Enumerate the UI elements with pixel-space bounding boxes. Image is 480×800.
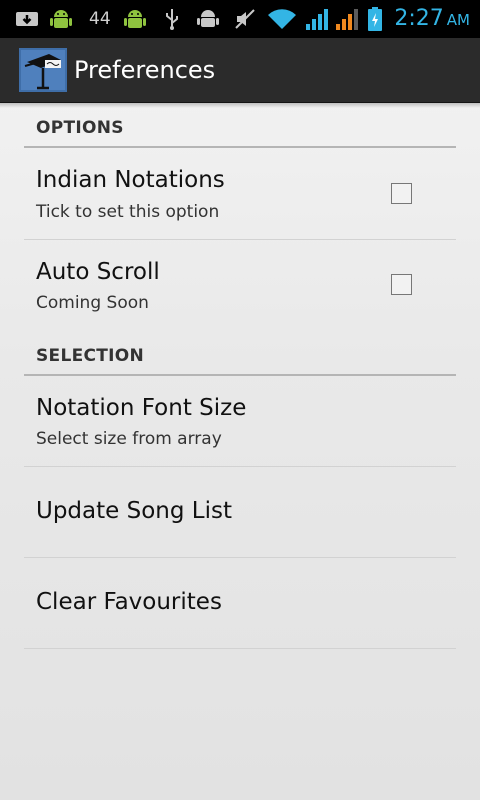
wifi-icon — [266, 6, 298, 32]
pref-auto-scroll-summary: Coming Soon — [36, 293, 149, 313]
auto-scroll-checkbox[interactable] — [391, 274, 412, 295]
pref-update-song-list-title: Update Song List — [36, 498, 232, 524]
status-bar: 44 2:27 AM — [0, 0, 480, 38]
battery-charging-icon — [366, 6, 384, 32]
pref-clear-favourites-title: Clear Favourites — [36, 589, 222, 615]
action-bar: Preferences — [0, 38, 480, 103]
indian-notations-checkbox[interactable] — [391, 183, 412, 204]
notification-count: 44 — [89, 9, 111, 29]
pref-notation-font-size-title: Notation Font Size — [36, 395, 247, 421]
android-icon — [48, 6, 74, 32]
usb-icon — [162, 6, 182, 32]
signal-icon — [304, 6, 330, 32]
category-options-title: OPTIONS — [36, 118, 124, 138]
signal-icon — [334, 6, 360, 32]
android-debug-icon — [196, 6, 220, 32]
app-logo-icon[interactable] — [19, 48, 67, 92]
clock-ampm: AM — [446, 11, 470, 29]
pref-notation-font-size-summary: Select size from array — [36, 429, 222, 449]
android-icon — [122, 6, 148, 32]
category-selection-title: SELECTION — [36, 346, 145, 366]
category-selection: SELECTION — [24, 330, 456, 376]
clock-time: 2:27 — [394, 6, 444, 31]
download-notification-icon — [14, 6, 40, 32]
pref-indian-notations-title: Indian Notations — [36, 167, 225, 193]
action-bar-title: Preferences — [74, 56, 216, 84]
pref-auto-scroll-title: Auto Scroll — [36, 259, 160, 285]
status-clock: 2:27 AM — [394, 3, 470, 36]
pref-auto-scroll[interactable]: Auto Scroll Coming Soon — [24, 240, 456, 330]
pref-clear-favourites[interactable]: Clear Favourites — [24, 558, 456, 649]
category-options: OPTIONS — [24, 104, 456, 148]
pref-update-song-list[interactable]: Update Song List — [24, 467, 456, 558]
pref-indian-notations[interactable]: Indian Notations Tick to set this option — [24, 148, 456, 240]
mute-icon — [234, 6, 256, 32]
pref-indian-notations-summary: Tick to set this option — [36, 202, 220, 222]
pref-notation-font-size[interactable]: Notation Font Size Select size from arra… — [24, 376, 456, 467]
